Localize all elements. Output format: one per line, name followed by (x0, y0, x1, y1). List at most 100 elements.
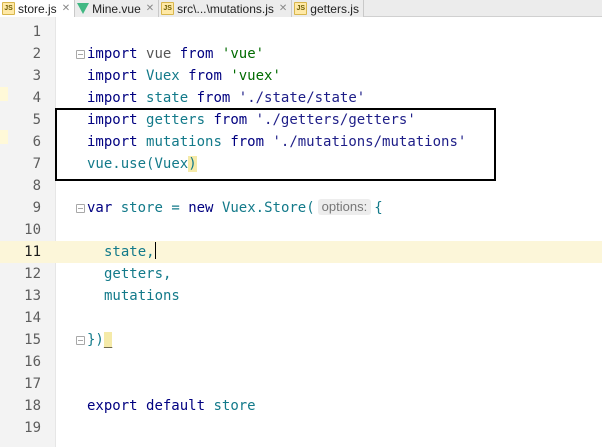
code-line: 10 (0, 219, 602, 241)
tab-getters-js[interactable]: JS getters.js (292, 0, 364, 17)
matching-brace: ) (188, 156, 197, 172)
identifier: mutations (146, 134, 222, 150)
line-number: 12 (24, 266, 41, 282)
line-number: 8 (32, 178, 41, 194)
keyword: export (87, 398, 138, 414)
keyword: from (188, 68, 222, 84)
code-text: vue.use(Vuex) (87, 156, 197, 172)
line-number: 5 (32, 112, 41, 128)
property: state (104, 244, 147, 260)
string-literal: './mutations/mutations' (272, 134, 467, 150)
code-line: 16 (0, 351, 602, 373)
line-number: 13 (24, 288, 41, 304)
class-name: Vuex.Store (221, 200, 307, 216)
keyword: new (188, 200, 214, 216)
property: getters (104, 266, 164, 282)
identifier: getters (146, 112, 206, 128)
string-literal: 'vuex' (230, 68, 281, 84)
code-line: 9 var store = new Vuex.Store(options:{ (0, 197, 602, 219)
code-line: 4 import state from './state/state' (0, 87, 602, 109)
code-text: state, (104, 242, 156, 260)
code-line: 2 import vue from 'vue' (0, 43, 602, 65)
js-file-icon: JS (294, 2, 308, 15)
identifier: vue (87, 156, 113, 172)
keyword: from (196, 90, 231, 106)
js-file-icon: JS (161, 2, 175, 15)
code-line: 8 (0, 175, 602, 197)
string-literal: './state/state' (238, 90, 366, 106)
identifier: store (213, 398, 256, 414)
code-line: 7 vue.use(Vuex) (0, 153, 602, 175)
keyword: var (87, 200, 113, 216)
code-text: })_ (87, 332, 113, 348)
code-line: 6 import mutations from './mutations/mut… (0, 131, 602, 153)
fold-toggle-icon[interactable] (76, 336, 85, 345)
line-number: 10 (24, 222, 41, 238)
matching-brace: _ (103, 332, 113, 348)
code-line: 18 export default store (0, 395, 602, 417)
code-text: import getters from './getters/getters' (87, 109, 416, 131)
tab-store-js[interactable]: JS store.js ✕ (0, 0, 76, 17)
line-number: 19 (24, 420, 41, 436)
identifier: vue (146, 46, 172, 62)
tab-mine-vue[interactable]: Mine.vue ✕ (75, 0, 160, 17)
text-cursor (154, 242, 156, 259)
fold-toggle-icon[interactable] (76, 204, 85, 213)
line-number: 3 (32, 68, 41, 84)
tab-label: store.js (18, 1, 57, 16)
code-line: 19 (0, 417, 602, 439)
line-number: 17 (24, 376, 41, 392)
code-line: 1 (0, 21, 602, 43)
parameter-hint: options: (317, 199, 372, 215)
keyword: from (213, 112, 248, 128)
tab-mutations-js[interactable]: JS src\...\mutations.js ✕ (159, 0, 293, 17)
identifier: store (120, 200, 163, 216)
line-number: 14 (24, 310, 41, 326)
keyword: import (87, 90, 138, 106)
code-text: import mutations from './mutations/mutat… (87, 131, 466, 153)
code-line: 5 import getters from './getters/getters… (0, 109, 602, 131)
line-number: 15 (24, 332, 41, 348)
code-text: mutations (104, 285, 180, 307)
line-number: 2 (32, 46, 41, 62)
method-name: use (120, 156, 147, 172)
editor-tab-bar: JS store.js ✕ Mine.vue ✕ JS src\...\muta… (0, 0, 602, 17)
js-file-icon: JS (2, 2, 15, 15)
code-line: 3 import Vuex from 'vuex' (0, 65, 602, 87)
line-number: 9 (32, 200, 41, 216)
tab-label: src\...\mutations.js (177, 1, 274, 16)
line-number: 4 (32, 90, 41, 106)
string-literal: './getters/getters' (255, 112, 416, 128)
line-number: 16 (24, 354, 41, 370)
line-number: 11 (0, 241, 55, 263)
code-editor[interactable]: 1 2 import vue from 'vue' 3 import Vuex … (0, 17, 602, 447)
code-line: 15 })_ (0, 329, 602, 351)
code-line: 13 mutations (0, 285, 602, 307)
code-line: 12 getters, (0, 263, 602, 285)
code-text: getters, (104, 266, 172, 282)
property: mutations (104, 288, 180, 304)
string-literal: 'vue' (221, 46, 265, 62)
close-icon[interactable]: ✕ (62, 3, 70, 14)
tab-label: getters.js (310, 1, 359, 16)
code-text: var store = new Vuex.Store(options:{ (87, 199, 383, 216)
keyword: import (87, 46, 138, 62)
code-line: 17 (0, 373, 602, 395)
code-line: 14 (0, 307, 602, 329)
keyword: import (87, 68, 138, 84)
vue-file-icon (77, 3, 90, 14)
tab-label: Mine.vue (92, 1, 141, 16)
identifier: state (146, 90, 189, 106)
close-icon[interactable]: ✕ (146, 3, 154, 14)
line-number: 18 (24, 398, 41, 414)
fold-toggle-icon[interactable] (76, 50, 85, 59)
close-icon[interactable]: ✕ (279, 3, 287, 14)
current-code-line: 11 state, (0, 241, 602, 263)
code-text: export default store (87, 395, 256, 417)
code-text: import state from './state/state' (87, 87, 365, 109)
keyword: from (230, 134, 265, 150)
identifier: Vuex (154, 156, 189, 172)
line-number: 6 (32, 134, 41, 150)
line-number: 1 (32, 24, 41, 40)
keyword: default (146, 398, 206, 414)
